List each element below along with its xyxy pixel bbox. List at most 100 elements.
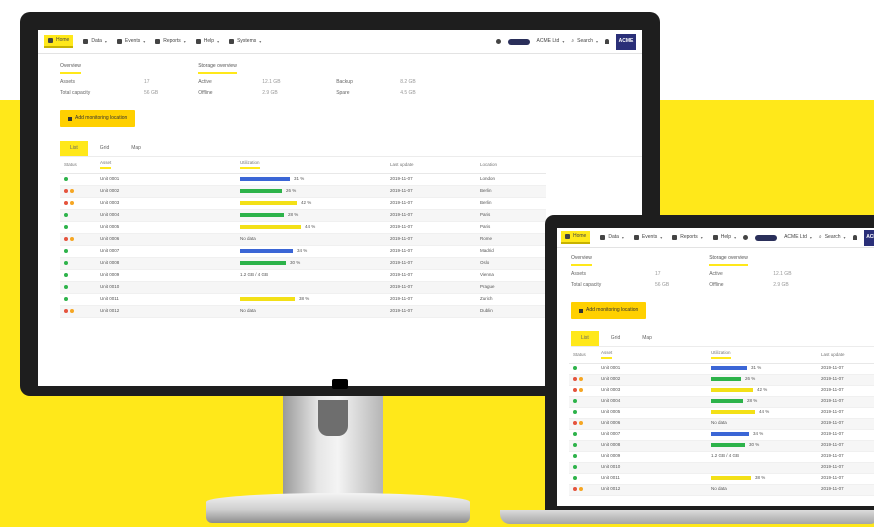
nav-data[interactable]: Data ▾ bbox=[600, 235, 624, 240]
asset-cell[interactable]: Unit 0008 bbox=[597, 440, 707, 452]
tab-grid[interactable]: Grid bbox=[601, 331, 630, 346]
column-header[interactable]: Status bbox=[60, 157, 96, 174]
asset-cell[interactable]: Unit 0003 bbox=[597, 385, 707, 397]
table-row[interactable]: Unit 0006 No data 2019-11-07 Rome bbox=[60, 233, 546, 246]
table-row[interactable]: Unit 0006 No data 2019-11-07 bbox=[569, 418, 874, 430]
nav-help[interactable]: Help ▾ bbox=[712, 235, 736, 240]
account-pill[interactable] bbox=[755, 234, 778, 241]
table-row[interactable]: Unit 0012 No data 2019-11-07 bbox=[569, 484, 874, 496]
asset-cell[interactable]: Unit 0010 bbox=[96, 281, 236, 294]
table-row[interactable]: Unit 0003 42 % 2019-11-07 Berlin bbox=[60, 197, 546, 210]
table-row[interactable]: Unit 0012 No data 2019-11-07 Dublin bbox=[60, 305, 546, 318]
add-location-button[interactable]: Add monitoring location bbox=[571, 302, 647, 319]
table-row[interactable]: Unit 0004 28 % 2019-11-07 Paris bbox=[60, 209, 546, 222]
table-row[interactable]: Unit 0010 2019-11-07 Prague bbox=[60, 281, 546, 294]
table-row[interactable]: Unit 0008 30 % 2019-11-07 Oslo bbox=[60, 257, 546, 270]
table-row[interactable]: Unit 0007 34 % 2019-11-07 bbox=[569, 429, 874, 441]
column-header[interactable]: Asset bbox=[597, 347, 707, 364]
tab-list[interactable]: List bbox=[571, 331, 599, 346]
home-icon bbox=[565, 234, 570, 239]
status-dot-icon bbox=[70, 236, 74, 241]
table-row[interactable]: Unit 0009 1.2 GB / 4 GB 2019-11-07 Vienna bbox=[60, 269, 546, 282]
user-icon[interactable] bbox=[605, 39, 609, 44]
nav-home[interactable]: Home bbox=[561, 231, 591, 244]
table-row[interactable]: Unit 0007 34 % 2019-11-07 Madrid bbox=[60, 245, 546, 258]
column-header[interactable]: Utilization bbox=[236, 157, 386, 174]
search-icon: ⌕ bbox=[571, 38, 575, 44]
asset-cell[interactable]: Unit 0009 bbox=[96, 269, 236, 282]
asset-cell[interactable]: Unit 0011 bbox=[96, 293, 236, 306]
column-header[interactable]: Last update bbox=[817, 347, 874, 364]
location-cell: Berlin bbox=[476, 185, 546, 198]
column-header[interactable]: Location bbox=[476, 157, 546, 174]
table-row[interactable]: Unit 0002 26 % 2019-11-07 Berlin bbox=[60, 185, 546, 198]
asset-cell[interactable]: Unit 0012 bbox=[96, 305, 236, 318]
table-row[interactable]: Unit 0010 2019-11-07 bbox=[569, 462, 874, 474]
status-dot-icon bbox=[573, 410, 577, 415]
asset-cell[interactable]: Unit 0003 bbox=[96, 197, 236, 210]
nav-data[interactable]: Data ▾ bbox=[83, 39, 107, 44]
asset-cell[interactable]: Unit 0001 bbox=[96, 173, 236, 186]
asset-cell[interactable]: Unit 0007 bbox=[597, 429, 707, 441]
nav-help[interactable]: Help ▾ bbox=[195, 39, 219, 44]
summary-panel: Overview Assets 17 Total capacity 56 GB Sto… bbox=[38, 54, 642, 102]
user-icon[interactable] bbox=[852, 235, 857, 240]
account-menu[interactable]: ACME Ltd ▾ bbox=[537, 39, 565, 44]
search-button[interactable]: ⌕ Search ▾ bbox=[819, 235, 846, 240]
asset-cell[interactable]: Unit 0007 bbox=[96, 245, 236, 258]
last-update-cell: 2019-11-07 bbox=[386, 221, 476, 234]
table-row[interactable]: Unit 0004 28 % 2019-11-07 bbox=[569, 396, 874, 408]
column-header[interactable]: Last update bbox=[386, 157, 476, 174]
nav-reports[interactable]: Reports ▾ bbox=[672, 235, 703, 240]
bell-icon[interactable] bbox=[495, 39, 501, 44]
search-button[interactable]: ⌕ Search ▾ bbox=[571, 39, 598, 44]
nav-events[interactable]: Events ▾ bbox=[116, 39, 145, 44]
table-row[interactable]: Unit 0003 42 % 2019-11-07 bbox=[569, 385, 874, 397]
asset-cell[interactable]: Unit 0008 bbox=[96, 257, 236, 270]
nav-events[interactable]: Events ▾ bbox=[633, 235, 662, 240]
account-menu[interactable]: ACME Ltd ▾ bbox=[784, 235, 812, 240]
tab-grid[interactable]: Grid bbox=[90, 141, 119, 156]
last-update-cell: 2019-11-07 bbox=[817, 385, 874, 397]
column-header-label: Utilization bbox=[240, 160, 260, 169]
table-row[interactable]: Unit 0002 26 % 2019-11-07 bbox=[569, 374, 874, 386]
nav-home[interactable]: Home bbox=[44, 35, 74, 48]
asset-cell[interactable]: Unit 0004 bbox=[96, 209, 236, 222]
asset-cell[interactable]: Unit 0012 bbox=[597, 484, 707, 496]
nav-reports[interactable]: Reports ▾ bbox=[155, 39, 186, 44]
tab-list[interactable]: List bbox=[60, 141, 88, 156]
asset-cell[interactable]: Unit 0009 bbox=[597, 451, 707, 463]
nav-systems[interactable]: Systems ▾ bbox=[229, 39, 261, 44]
table-row[interactable]: Unit 0005 44 % 2019-11-07 Paris bbox=[60, 221, 546, 234]
summary-panel: Overview Assets 17 Total capacity 56 GB Sto… bbox=[557, 248, 874, 294]
asset-cell[interactable]: Unit 0011 bbox=[597, 473, 707, 485]
asset-cell[interactable]: Unit 0006 bbox=[96, 233, 236, 246]
column-header[interactable]: Asset bbox=[96, 157, 236, 174]
table-row[interactable]: Unit 0001 31 % 2019-11-07 bbox=[569, 363, 874, 375]
asset-cell[interactable]: Unit 0002 bbox=[96, 185, 236, 198]
asset-cell[interactable]: Unit 0005 bbox=[96, 221, 236, 234]
table-row[interactable]: Unit 0005 44 % 2019-11-07 bbox=[569, 407, 874, 419]
asset-cell[interactable]: Unit 0010 bbox=[597, 462, 707, 474]
bell-icon[interactable] bbox=[743, 235, 749, 240]
column-header-label: Last update bbox=[821, 351, 845, 357]
asset-cell[interactable]: Unit 0001 bbox=[597, 363, 707, 375]
add-location-button[interactable]: Add monitoring location bbox=[60, 110, 136, 127]
tab-map[interactable]: Map bbox=[121, 141, 151, 156]
column-header[interactable]: Status bbox=[569, 347, 597, 364]
monitor-logo bbox=[332, 379, 348, 389]
asset-cell[interactable]: Unit 0004 bbox=[597, 396, 707, 408]
table-row[interactable]: Unit 0011 38 % 2019-11-07 bbox=[569, 473, 874, 485]
tab-map[interactable]: Map bbox=[632, 331, 662, 346]
utilization-bar bbox=[711, 443, 745, 448]
table-row[interactable]: Unit 0009 1.2 GB / 4 GB 2019-11-07 bbox=[569, 451, 874, 463]
chevron-down-icon: ▾ bbox=[259, 38, 262, 44]
asset-cell[interactable]: Unit 0002 bbox=[597, 374, 707, 386]
table-row[interactable]: Unit 0001 31 % 2019-11-07 London bbox=[60, 173, 546, 186]
asset-cell[interactable]: Unit 0005 bbox=[597, 407, 707, 419]
asset-cell[interactable]: Unit 0006 bbox=[597, 418, 707, 430]
column-header[interactable]: Utilization bbox=[707, 347, 817, 364]
table-row[interactable]: Unit 0011 38 % 2019-11-07 Zurich bbox=[60, 293, 546, 306]
table-row[interactable]: Unit 0008 30 % 2019-11-07 bbox=[569, 440, 874, 452]
account-pill[interactable] bbox=[507, 38, 530, 45]
